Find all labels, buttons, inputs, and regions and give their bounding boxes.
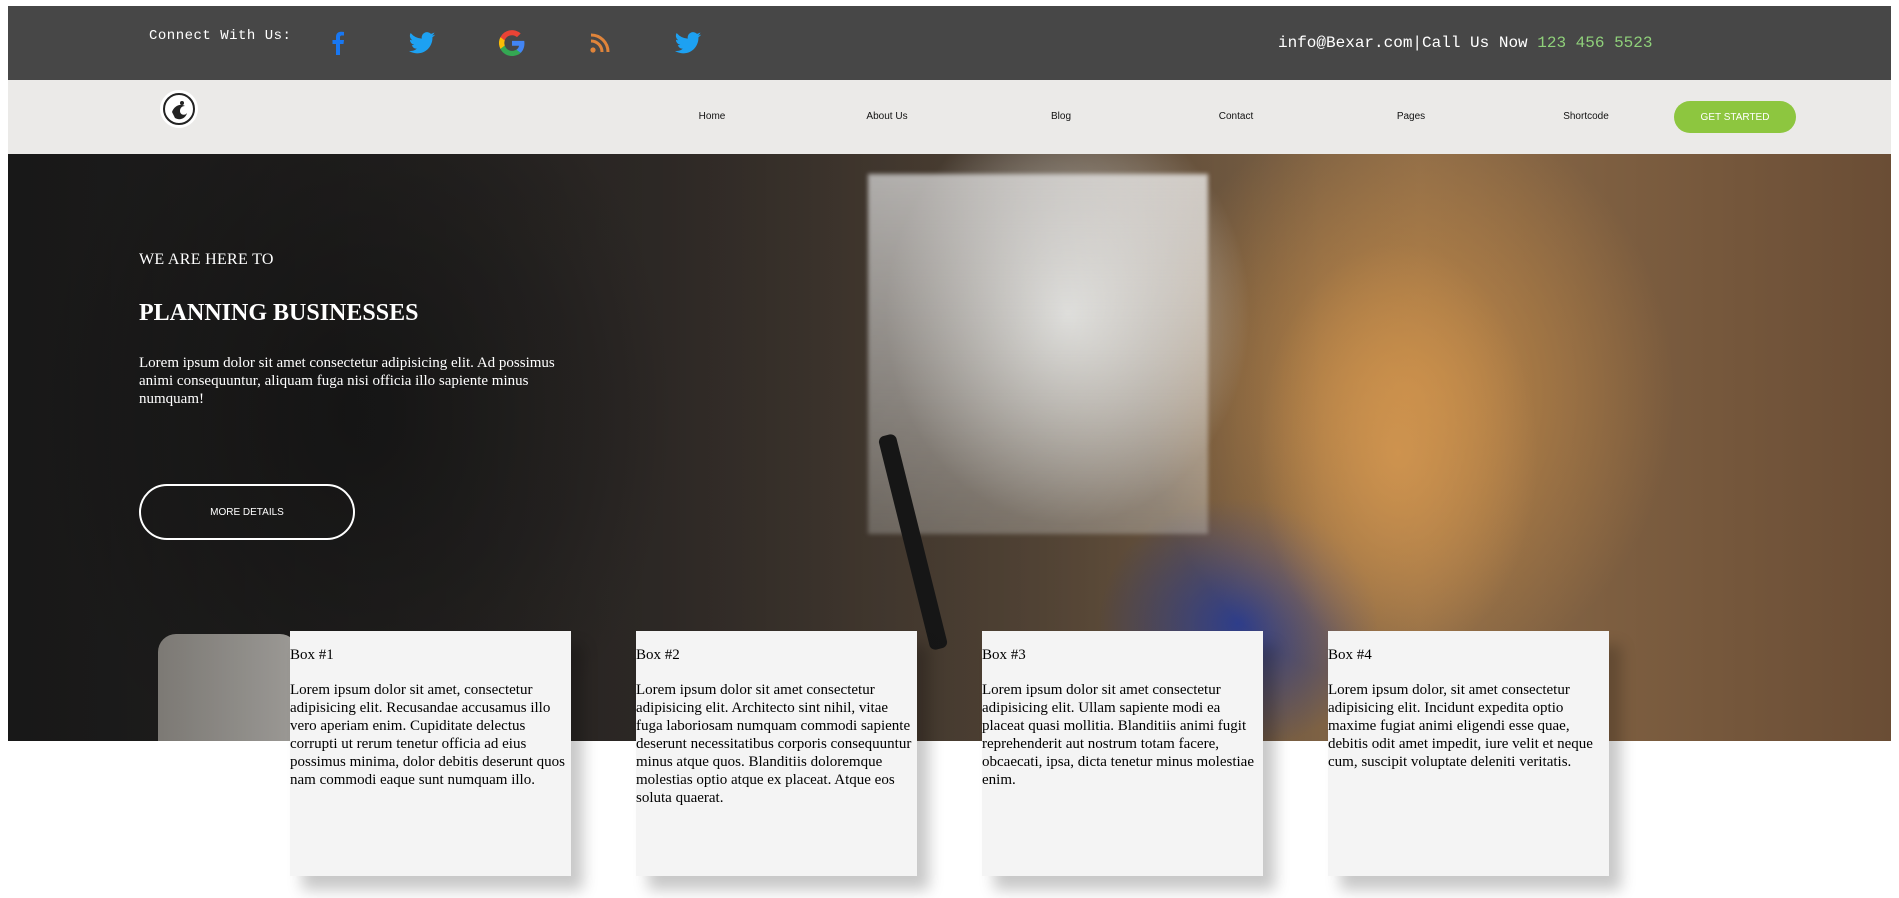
feature-box-1: Box #1 Lorem ipsum dolor sit amet, conse…: [290, 631, 571, 876]
top-bar: Connect With Us: info@Bexar.com|Call Us …: [8, 6, 1891, 80]
hero-kicker: WE ARE HERE TO: [139, 251, 274, 268]
more-details-button[interactable]: MORE DETAILS: [139, 484, 355, 540]
box-text: Lorem ipsum dolor sit amet consectetur a…: [982, 682, 1254, 788]
separator: |: [1412, 34, 1423, 52]
nav-home[interactable]: Home: [699, 111, 726, 122]
email-link[interactable]: info@Bexar.com: [1278, 34, 1412, 52]
phone-number[interactable]: 123 456 5523: [1537, 34, 1652, 52]
nav-blog[interactable]: Blog: [1051, 111, 1071, 122]
rss-icon[interactable]: [586, 29, 614, 57]
twitter-icon[interactable]: [674, 29, 702, 57]
box-text: Lorem ipsum dolor, sit amet consectetur …: [1328, 682, 1593, 770]
box-title: Box #1: [290, 647, 334, 663]
box-title: Box #3: [982, 647, 1026, 663]
box-text: Lorem ipsum dolor sit amet consectetur a…: [636, 682, 912, 806]
nav-pages[interactable]: Pages: [1397, 111, 1425, 122]
google-icon[interactable]: [498, 29, 526, 57]
hero-text: Lorem ipsum dolor sit amet consectetur a…: [139, 355, 555, 407]
box-title: Box #2: [636, 647, 680, 663]
feature-box-4: Box #4 Lorem ipsum dolor, sit amet conse…: [1328, 631, 1609, 876]
get-started-button[interactable]: GET STARTED: [1674, 101, 1796, 133]
box-title: Box #4: [1328, 647, 1372, 663]
feature-box-3: Box #3 Lorem ipsum dolor sit amet consec…: [982, 631, 1263, 876]
call-label: Call Us Now: [1422, 34, 1528, 52]
nav-shortcode[interactable]: Shortcode: [1563, 111, 1609, 122]
page: Connect With Us: info@Bexar.com|Call Us …: [8, 6, 1891, 892]
hero-title: PLANNING BUSINESSES: [139, 300, 419, 326]
facebook-icon[interactable]: [324, 29, 352, 57]
connect-label: Connect With Us:: [149, 28, 292, 44]
nav-contact[interactable]: Contact: [1219, 111, 1253, 122]
logo-icon[interactable]: [160, 90, 198, 128]
nav-bar: Home About Us Blog Contact Pages Shortco…: [8, 80, 1891, 154]
feature-box-2: Box #2 Lorem ipsum dolor sit amet consec…: [636, 631, 917, 876]
twitter-icon[interactable]: [408, 29, 436, 57]
nav-about-us[interactable]: About Us: [866, 111, 907, 122]
contact-line: info@Bexar.com|Call Us Now 123 456 5523: [1278, 34, 1652, 52]
box-text: Lorem ipsum dolor sit amet, consectetur …: [290, 682, 565, 788]
